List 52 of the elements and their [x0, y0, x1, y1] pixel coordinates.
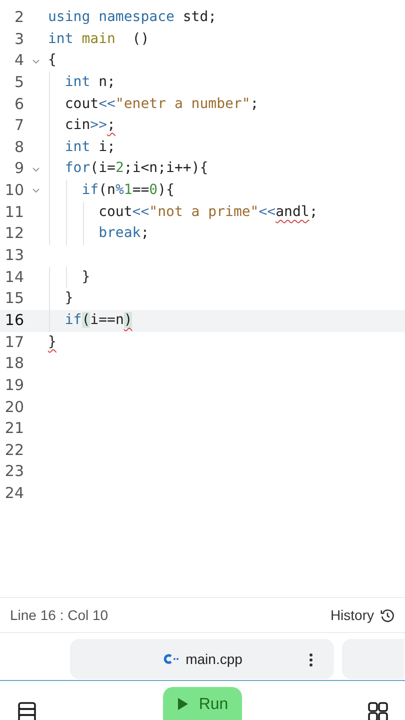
chevron-icon[interactable]: [32, 58, 40, 64]
run-button[interactable]: Run: [163, 687, 242, 720]
play-icon: [176, 697, 189, 711]
line-number: 19: [4, 374, 24, 396]
line-number: 16: [4, 310, 24, 331]
line-number: 13: [4, 245, 24, 266]
grid-icon[interactable]: [367, 701, 389, 720]
line-number: 14: [4, 266, 24, 288]
line-number: 24: [4, 483, 24, 504]
line-number: 6: [13, 94, 24, 115]
code-line: using namespace std;: [48, 9, 217, 25]
code-line: int n;: [64, 74, 116, 90]
code-line: int main (): [48, 30, 150, 47]
cpp-icon: [162, 652, 180, 664]
line-number: 11: [4, 202, 24, 223]
code-line: if(n%1==0){: [80, 182, 174, 198]
code-line: break;: [98, 225, 150, 242]
line-number: 17: [4, 332, 24, 353]
file-name: main.cpp: [186, 650, 242, 666]
more-options-icon[interactable]: [309, 652, 313, 666]
code-line: }: [80, 268, 90, 285]
code-line: }: [64, 290, 74, 306]
line-number: 9: [13, 158, 24, 180]
line-number: 5: [13, 72, 24, 93]
line-number: 7: [13, 115, 24, 136]
code-line: }: [48, 334, 56, 350]
line-number: 4: [13, 50, 24, 72]
code-line: int i;: [64, 138, 116, 155]
line-number: 2: [13, 7, 24, 28]
line-number: 18: [4, 353, 24, 374]
chevron-icon[interactable]: [32, 166, 40, 172]
line-number: 15: [4, 288, 24, 310]
code-line: cin>>;: [64, 117, 116, 134]
code-line: if(i==n): [64, 312, 132, 328]
line-number: 10: [4, 180, 24, 202]
line-number: 23: [4, 461, 24, 482]
code-line: cout<<"enetr a number";: [64, 96, 259, 112]
line-number: 12: [4, 223, 24, 244]
history-icon: [380, 608, 395, 622]
file-tab[interactable]: main.cpp: [70, 638, 334, 678]
line-number: 20: [4, 396, 24, 418]
code-line: {: [48, 52, 56, 68]
line-number: 22: [4, 440, 24, 461]
chevron-icon[interactable]: [32, 188, 40, 194]
stack-icon[interactable]: [16, 701, 38, 720]
history-button[interactable]: History: [330, 607, 395, 623]
line-number: 8: [13, 136, 24, 158]
line-number: 21: [4, 418, 24, 440]
code-line: for(i=2;i<n;i++){: [64, 160, 208, 176]
line-number: 3: [13, 28, 24, 50]
code-line: cout<<"not a prime"<<andl;: [98, 204, 318, 220]
cursor-position: Line 16 : Col 10: [10, 607, 108, 623]
